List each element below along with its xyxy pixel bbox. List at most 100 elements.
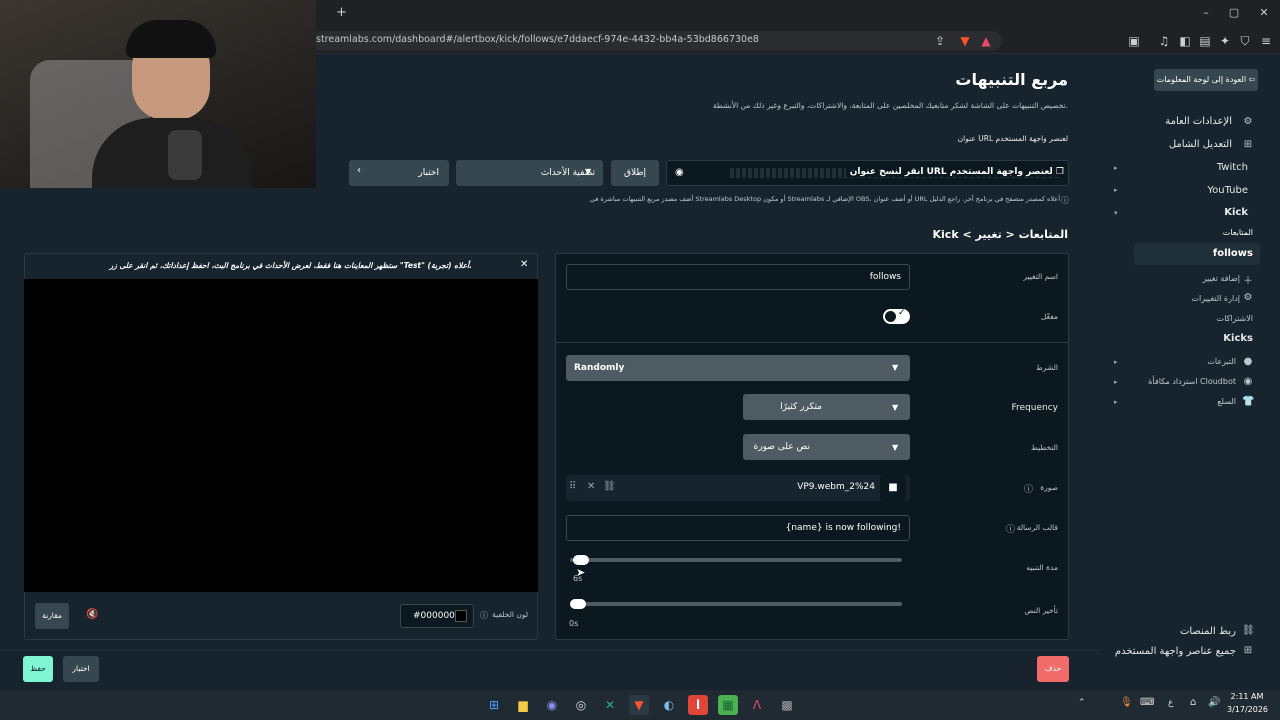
terminal-icon[interactable]: ✕: [600, 695, 620, 715]
clock-time[interactable]: 2:11 AM: [1229, 692, 1265, 701]
condition-select[interactable]: Randomly: [566, 355, 910, 381]
compare-button[interactable]: مقارنة: [35, 603, 69, 629]
app-icon[interactable]: l: [688, 695, 708, 715]
layout-select[interactable]: نص على صورة: [743, 434, 910, 460]
chevron-left-icon: ‹: [357, 165, 361, 176]
back-to-dashboard-button[interactable]: العودة إلى لوحة المعلومات ⇦: [1154, 69, 1258, 91]
drag-handle-icon[interactable]: ⠿: [569, 481, 576, 492]
chevron-right-icon[interactable]: ▸: [1114, 186, 1118, 194]
sidebar-item-manage-variations[interactable]: إدارة التغييرات: [1191, 294, 1240, 303]
enabled-toggle[interactable]: ✓: [883, 308, 910, 324]
text-delay-value: 0s: [569, 619, 579, 628]
sidebar-item-donations[interactable]: التبرعات: [1207, 357, 1236, 366]
sidebar-item-merch[interactable]: السلع: [1217, 397, 1236, 406]
close-notice-icon[interactable]: ✕: [520, 259, 528, 270]
link-icon: ⛓: [1242, 625, 1255, 636]
all-widgets-link[interactable]: جميع عناصر واجهة المستخدم: [1115, 646, 1236, 657]
close-window-icon[interactable]: ✕: [1256, 6, 1272, 19]
discord-icon[interactable]: ◉: [542, 695, 562, 715]
sidebar-item-follows[interactable]: follows: [1213, 248, 1253, 259]
test-button[interactable]: اختبار: [63, 656, 99, 682]
new-tab-button[interactable]: +: [336, 5, 347, 20]
chevron-down-icon: ▼: [892, 363, 899, 372]
message-template-input[interactable]: {name} is now following!: [566, 515, 910, 541]
menu-icon[interactable]: ≡: [1258, 33, 1274, 49]
shirt-icon: 👕: [1242, 396, 1255, 407]
wallet-icon[interactable]: ▤: [1197, 33, 1213, 49]
sidebar-item-twitch[interactable]: Twitch: [1217, 162, 1248, 173]
test-dropdown-button[interactable]: اختبار: [349, 160, 449, 186]
layout-label: التخطيط: [1030, 443, 1058, 452]
sidebar-item-general-settings[interactable]: الإعدادات العامة: [1165, 116, 1232, 127]
sidebar-toggle-icon[interactable]: ◧: [1177, 33, 1193, 49]
sidebar-item-follows-group[interactable]: المتابعات: [1223, 228, 1253, 237]
page-description: تخصيص التنبيهات على الشاشة لشكر متابعيك …: [712, 101, 1068, 110]
clock-date[interactable]: 3/17/2026: [1227, 705, 1268, 714]
frequency-select[interactable]: متكرر كثيرًا: [743, 394, 910, 420]
duration-slider-handle[interactable]: [573, 555, 590, 565]
donation-icon: ●: [1243, 356, 1253, 367]
video-icon[interactable]: ■: [880, 475, 906, 501]
sidebar-item-kick[interactable]: Kick: [1224, 207, 1248, 218]
sidebar-item-youtube[interactable]: YouTube: [1207, 185, 1248, 196]
bottom-action-bar: [0, 650, 1100, 690]
file-explorer-icon[interactable]: ▆: [513, 695, 533, 715]
link-icon[interactable]: ⛓: [603, 481, 616, 492]
chevron-down-icon[interactable]: ▾: [1114, 209, 1118, 217]
variation-name-input[interactable]: follows: [566, 264, 910, 290]
filter-events-select[interactable]: تصفية الأحداث: [456, 160, 603, 186]
network-icon[interactable]: ⌂: [1190, 697, 1196, 708]
minecraft-icon[interactable]: ▦: [718, 695, 738, 715]
media-app-icon[interactable]: ▩: [777, 695, 797, 715]
remove-media-icon[interactable]: ✕: [587, 481, 595, 492]
page-title: مربع التنبيهات: [955, 70, 1068, 89]
minimize-icon[interactable]: –: [1198, 6, 1214, 19]
mute-icon[interactable]: 🔇: [86, 609, 98, 620]
microphone-icon[interactable]: 🎙: [1120, 697, 1133, 708]
connect-platforms-link[interactable]: ربط المنصات: [1180, 626, 1236, 637]
text-delay-slider-handle[interactable]: [570, 599, 586, 609]
share-icon[interactable]: ⇪: [932, 33, 948, 49]
github-icon[interactable]: ◎: [571, 695, 591, 715]
vpn-icon[interactable]: ⛉: [1237, 33, 1253, 49]
chevron-down-icon: ▼: [892, 443, 899, 452]
info-icon: ⓘ: [1024, 485, 1034, 495]
sidebar-item-cloudbot[interactable]: استرداد مكافأة Cloudbot: [1148, 377, 1236, 386]
delete-button[interactable]: حذف: [1037, 656, 1069, 682]
chevron-down-icon: ▼: [892, 403, 899, 412]
tray-chevron-icon[interactable]: ⌃: [1078, 698, 1086, 708]
bg-color-label: لون الخلفية: [492, 610, 528, 619]
sidebar-item-bulk-edit[interactable]: التعديل الشامل: [1169, 139, 1232, 150]
breadcrumb: Kick < المتابعات < تغيير: [932, 228, 1068, 241]
steam-icon[interactable]: ◐: [659, 695, 679, 715]
chevron-right-icon[interactable]: ▸: [1114, 398, 1118, 406]
text-delay-slider[interactable]: [570, 602, 902, 606]
divider: [556, 342, 1068, 343]
volume-icon[interactable]: 🔊: [1208, 697, 1220, 708]
save-button[interactable]: حفظ: [23, 656, 53, 682]
start-icon[interactable]: ⊞: [484, 695, 504, 715]
input-language[interactable]: ع: [1168, 698, 1173, 708]
keyboard-icon[interactable]: ⌨: [1140, 697, 1154, 708]
duration-slider[interactable]: [570, 558, 902, 562]
name-label: اسم التغيير: [1023, 272, 1058, 281]
copy-url-text[interactable]: انقر لنسخ عنوان URL لعنصر واجهة المستخدم…: [845, 167, 1068, 177]
launch-button[interactable]: إطلاق: [611, 160, 659, 186]
chevron-right-icon[interactable]: ▸: [1114, 378, 1118, 386]
chevron-right-icon[interactable]: ▸: [1114, 358, 1118, 366]
brave-shield-icon[interactable]: ▼: [957, 33, 973, 49]
extensions-icon[interactable]: ✦: [1217, 33, 1233, 49]
settings-sliders-icon: ⚙: [1243, 292, 1253, 303]
reader-mode-icon[interactable]: ▣: [1126, 33, 1142, 49]
sidebar-item-kicks[interactable]: Kicks: [1223, 333, 1253, 344]
brave-rewards-icon[interactable]: ▲: [978, 33, 994, 49]
sidebar-item-add-variation[interactable]: إضافة تغيير: [1203, 274, 1240, 283]
brave-icon[interactable]: ▼: [629, 695, 649, 715]
chevron-right-icon[interactable]: ▸: [1114, 164, 1118, 172]
maximize-icon[interactable]: ▢: [1226, 6, 1242, 19]
eye-icon[interactable]: ◉: [675, 167, 684, 178]
brave-nightly-icon[interactable]: Λ: [747, 695, 767, 715]
music-icon[interactable]: ♫: [1156, 33, 1172, 49]
sidebar-item-subscriptions[interactable]: الاشتراكات: [1217, 314, 1253, 323]
bg-color-swatch[interactable]: [455, 610, 467, 622]
